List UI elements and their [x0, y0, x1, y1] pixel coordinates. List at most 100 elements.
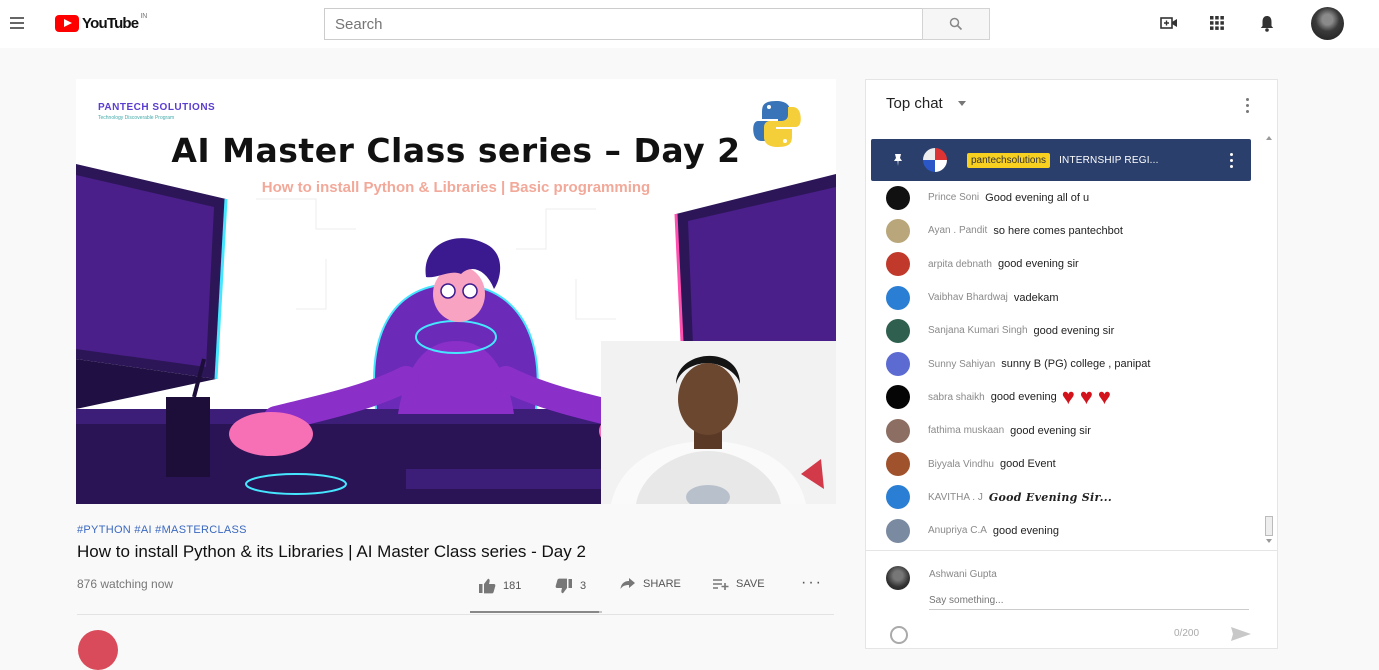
heart-emoji-icon: ♥	[1097, 384, 1111, 410]
youtube-play-icon	[55, 14, 79, 32]
chat-message-text: good evening sir	[1010, 424, 1091, 437]
chat-message-text: so here comes pantechbot	[993, 224, 1123, 237]
chat-divider	[866, 550, 1277, 551]
composer-avatar	[886, 566, 910, 590]
more-actions-icon[interactable]: ···	[801, 574, 823, 592]
account-avatar[interactable]	[1311, 7, 1344, 40]
brand-logo-text: PANTECH SOLUTIONS	[98, 102, 216, 113]
thumbs-up-icon	[479, 578, 496, 594]
pinned-options-kebab-icon[interactable]	[1228, 151, 1234, 169]
save-label: SAVE	[736, 578, 765, 590]
chat-author-name[interactable]: Sunny Sahiyan	[928, 359, 995, 370]
share-arrow-icon	[620, 578, 635, 589]
share-button[interactable]: SHARE	[620, 578, 681, 590]
share-label: SHARE	[643, 578, 681, 590]
logo-text: YouTube	[82, 14, 139, 32]
chat-scrollbar[interactable]	[1263, 132, 1275, 547]
video-hashtags[interactable]: #PYTHON #AI #MASTERCLASS	[77, 524, 247, 536]
chat-author-name[interactable]: Vaibhav Bhardwaj	[928, 292, 1008, 303]
menu-icon[interactable]	[6, 12, 28, 34]
brand-tagline: Technology Discoverable Program	[98, 115, 175, 121]
youtube-logo[interactable]: YouTube IN	[55, 13, 147, 33]
chat-author-avatar	[886, 185, 910, 210]
chat-message-text: Good Evening Sir...	[988, 490, 1112, 504]
live-chat-panel: Top chat pantechsolutions INTERNSHIP REG…	[865, 79, 1278, 649]
chat-author-avatar	[886, 385, 910, 410]
chat-author-name[interactable]: arpita debnath	[928, 259, 992, 270]
logo-region: IN	[140, 13, 148, 20]
chat-author-name[interactable]: sabra shaikh	[928, 392, 985, 403]
chat-message-text: good evening sir	[997, 258, 1079, 271]
chat-author-name[interactable]: KAVITHA . J	[928, 492, 983, 503]
watching-count: 876 watching now	[77, 577, 174, 591]
dislike-count: 3	[580, 580, 587, 592]
pinned-message-text: INTERNSHIP REGI...	[1059, 154, 1159, 166]
create-video-icon[interactable]	[1158, 12, 1180, 34]
channel-avatar[interactable]	[78, 630, 118, 670]
chat-author-name[interactable]: Sanjana Kumari Singh	[928, 325, 1028, 336]
thumbs-down-icon	[555, 578, 572, 594]
chat-message-text: good evening	[990, 391, 1057, 404]
chat-author-name[interactable]: fathima muskaan	[928, 425, 1004, 436]
chat-message[interactable]: fathima muskaan good evening sir	[866, 414, 1261, 447]
chat-message-list: Prince Soni Good evening all of u Ayan . P…	[866, 181, 1261, 547]
chat-author-avatar	[886, 318, 910, 343]
masthead: YouTube IN	[0, 0, 1379, 48]
heart-emoji-icon: ♥	[1079, 384, 1093, 410]
chat-author-avatar	[886, 518, 910, 543]
chat-message[interactable]: Ayan . Pandit so here comes pantechbot	[866, 214, 1261, 247]
chat-message[interactable]: Prince Soni Good evening all of u	[866, 181, 1261, 214]
apps-grid-icon[interactable]	[1206, 12, 1228, 34]
chat-message[interactable]: sabra shaikh good evening ♥ ♥ ♥	[866, 381, 1261, 414]
meta-divider	[77, 614, 834, 615]
chat-message[interactable]: Sanjana Kumari Singh good evening sir	[866, 314, 1261, 347]
chat-message[interactable]: Biyyala Vindhu good Event	[866, 447, 1261, 480]
chat-author-avatar	[886, 252, 910, 277]
scroll-down-arrow-icon[interactable]	[1266, 539, 1272, 543]
pinned-author-name: pantechsolutions	[967, 152, 1051, 168]
scroll-up-arrow-icon[interactable]	[1266, 136, 1272, 140]
send-icon[interactable]	[1230, 626, 1252, 642]
heart-emoji-icon: ♥	[1061, 384, 1075, 410]
chat-message[interactable]: Vaibhav Bhardwaj vadekam	[866, 281, 1261, 314]
chat-author-name[interactable]: Ayan . Pandit	[928, 225, 987, 236]
save-button[interactable]: SAVE	[713, 578, 765, 590]
like-dislike-ratio-bar	[470, 611, 602, 613]
search-bar	[324, 8, 990, 40]
chat-message-text: vadekam	[1013, 291, 1059, 304]
emoji-icon[interactable]	[890, 626, 908, 644]
chevron-down-icon[interactable]	[958, 101, 966, 106]
chat-author-avatar	[886, 418, 910, 443]
like-ratio-fill	[470, 611, 600, 613]
pinned-message-banner[interactable]: pantechsolutions INTERNSHIP REGI...	[871, 139, 1251, 181]
thumbnail-title: AI Master Class series – Day 2	[171, 131, 741, 170]
chat-options-kebab-icon[interactable]	[1244, 96, 1250, 114]
chat-message[interactable]: Sunny Sahiyan sunny B (PG) college , pani…	[866, 347, 1261, 380]
search-button[interactable]	[922, 8, 990, 40]
chat-message-input[interactable]	[929, 592, 1249, 610]
chat-mode-dropdown[interactable]: Top chat	[886, 95, 943, 112]
thumbnail-subtitle: How to install Python & Libraries | Basi…	[261, 179, 651, 196]
scroll-thumb[interactable]	[1265, 516, 1273, 536]
search-input[interactable]	[324, 8, 922, 40]
chat-message-text: sunny B (PG) college , panipat	[1001, 358, 1151, 371]
composer-author-name: Ashwani Gupta	[929, 569, 997, 580]
chat-message[interactable]: KAVITHA . J Good Evening Sir...	[866, 481, 1261, 514]
chat-author-name[interactable]: Prince Soni	[928, 192, 979, 203]
pin-icon	[894, 154, 902, 166]
video-player[interactable]: PANTECH SOLUTIONS Technology Discoverabl…	[76, 79, 836, 504]
chat-message[interactable]: Anupriya C.A good evening	[866, 514, 1261, 547]
dislike-button[interactable]: 3	[555, 578, 586, 594]
playlist-add-icon	[713, 579, 729, 590]
chat-author-avatar	[886, 218, 910, 243]
chat-author-name[interactable]: Biyyala Vindhu	[928, 459, 994, 470]
chat-message-text: good Event	[999, 458, 1056, 471]
chat-author-avatar	[886, 452, 910, 477]
notifications-bell-icon[interactable]	[1256, 12, 1278, 34]
like-button[interactable]: 181	[478, 578, 521, 594]
chat-message[interactable]: arpita debnath good evening sir	[866, 248, 1261, 281]
chat-author-avatar	[886, 485, 910, 510]
chat-author-name[interactable]: Anupriya C.A	[928, 525, 987, 536]
chat-message-text: Good evening all of u	[985, 191, 1090, 204]
like-count: 181	[503, 580, 522, 592]
